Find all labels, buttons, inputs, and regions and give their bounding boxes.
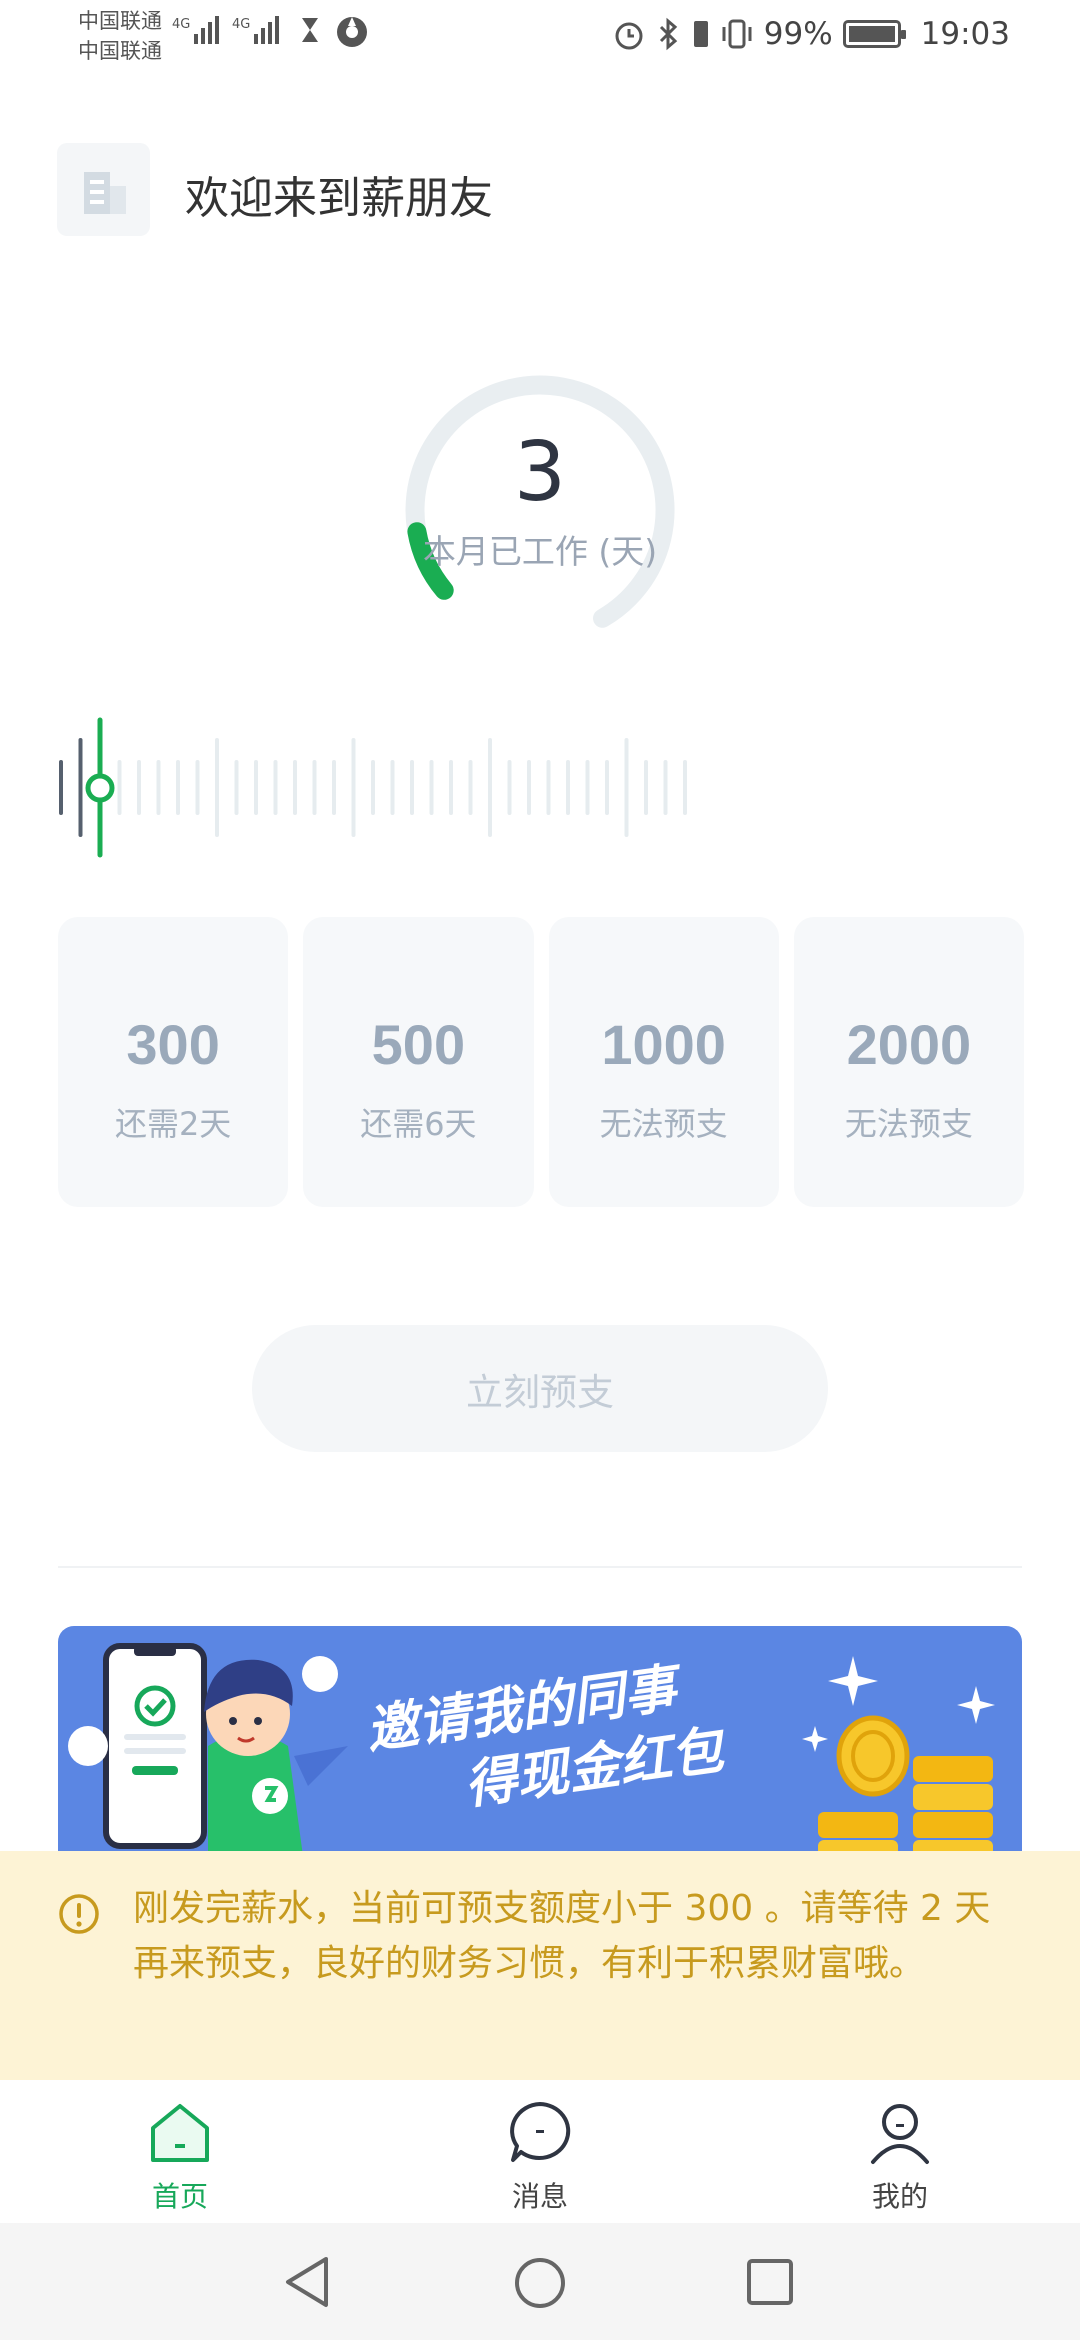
building-icon — [83, 171, 126, 214]
amount-note: 无法预支 — [844, 1105, 973, 1143]
amount-options: 300 还需2天 500 还需6天 1000 无法预支 2000 无法预支 — [58, 917, 1024, 1207]
amount-value: 300 — [126, 1013, 220, 1076]
tab-messages[interactable]: 消息 — [440, 2080, 640, 2223]
status-bar: 中国联通 中国联通 4G 4G 99% 19:03 — [0, 0, 1080, 72]
exclamation-circle-icon — [59, 1894, 99, 1934]
network-1-label: 4G — [172, 17, 190, 32]
section-divider — [58, 1566, 1022, 1568]
vibrate-icon — [722, 19, 752, 49]
carrier-1: 中国联通 — [78, 9, 162, 33]
battery-percent: 99% — [763, 16, 833, 52]
back-icon[interactable] — [282, 2255, 332, 2309]
status-right: 99% 19:03 — [612, 16, 1010, 52]
signal-icon: 4G — [172, 16, 219, 44]
home-circle-icon[interactable] — [512, 2255, 568, 2311]
battery-icon — [842, 20, 906, 48]
vpn-icon — [337, 17, 367, 47]
profile-icon — [871, 2104, 929, 2164]
recents-icon[interactable] — [745, 2257, 795, 2307]
phone-battery-icon — [693, 21, 708, 47]
carrier-2: 中国联通 — [78, 39, 162, 63]
alarm-icon — [615, 22, 643, 50]
tab-label: 消息 — [511, 2180, 568, 2213]
system-nav-bar — [0, 2223, 1080, 2340]
workdays-label: 本月已工作 (天) — [422, 532, 658, 571]
day-ruler[interactable] — [55, 715, 1030, 865]
tab-profile[interactable]: 我的 — [800, 2080, 1000, 2223]
signal-icon: 4G — [232, 16, 279, 44]
notice-bar: 刚发完薪水，当前可预支额度小于 300 。请等待 2 天再来预支，良好的财务习惯… — [0, 1851, 1080, 2080]
amount-note: 无法预支 — [599, 1105, 728, 1143]
welcome-title: 欢迎来到薪朋友 — [185, 173, 493, 224]
amount-value: 500 — [371, 1013, 466, 1076]
amount-value: 1000 — [601, 1013, 726, 1076]
amount-card-2000[interactable]: 2000 无法预支 — [793, 917, 1024, 1207]
advance-now-button[interactable]: 立刻预支 — [252, 1325, 828, 1452]
workdays-count: 3 — [513, 425, 567, 520]
amount-card-500[interactable]: 500 还需6天 — [303, 917, 534, 1207]
coins-illustration — [802, 1656, 995, 1856]
company-logo — [57, 143, 150, 236]
bluetooth-icon — [659, 17, 677, 51]
carrier-info: 中国联通 中国联通 — [78, 6, 162, 66]
amount-note: 还需2天 — [114, 1105, 232, 1143]
banner-text: 邀请我的同事 得现金红包 — [362, 1657, 730, 1816]
home-icon — [151, 2104, 209, 2162]
network-2-label: 4G — [232, 17, 250, 32]
tab-home[interactable]: 首页 — [80, 2080, 280, 2223]
amount-note: 还需6天 — [360, 1105, 477, 1143]
invite-banner[interactable]: 邀请我的同事 得现金红包 — [58, 1626, 1022, 1856]
amount-card-1000[interactable]: 1000 无法预支 — [548, 917, 779, 1207]
hourglass-icon — [302, 18, 318, 42]
clock: 19:03 — [920, 16, 1010, 52]
phone-illustration — [103, 1643, 207, 1849]
ruler-marker-knob[interactable] — [85, 773, 115, 803]
amount-value: 2000 — [846, 1013, 972, 1076]
amount-card-300[interactable]: 300 还需2天 — [58, 917, 289, 1207]
message-icon — [510, 2102, 571, 2162]
notice-text: 刚发完薪水，当前可预支额度小于 300 。请等待 2 天再来预支，良好的财务习惯… — [133, 1888, 991, 1984]
invite-banner-art: 邀请我的同事 得现金红包 — [68, 1643, 995, 1856]
tab-label: 我的 — [871, 2180, 928, 2213]
tab-label: 首页 — [151, 2180, 208, 2213]
bottom-tab-bar: 首页 消息 我的 — [0, 2080, 1080, 2223]
